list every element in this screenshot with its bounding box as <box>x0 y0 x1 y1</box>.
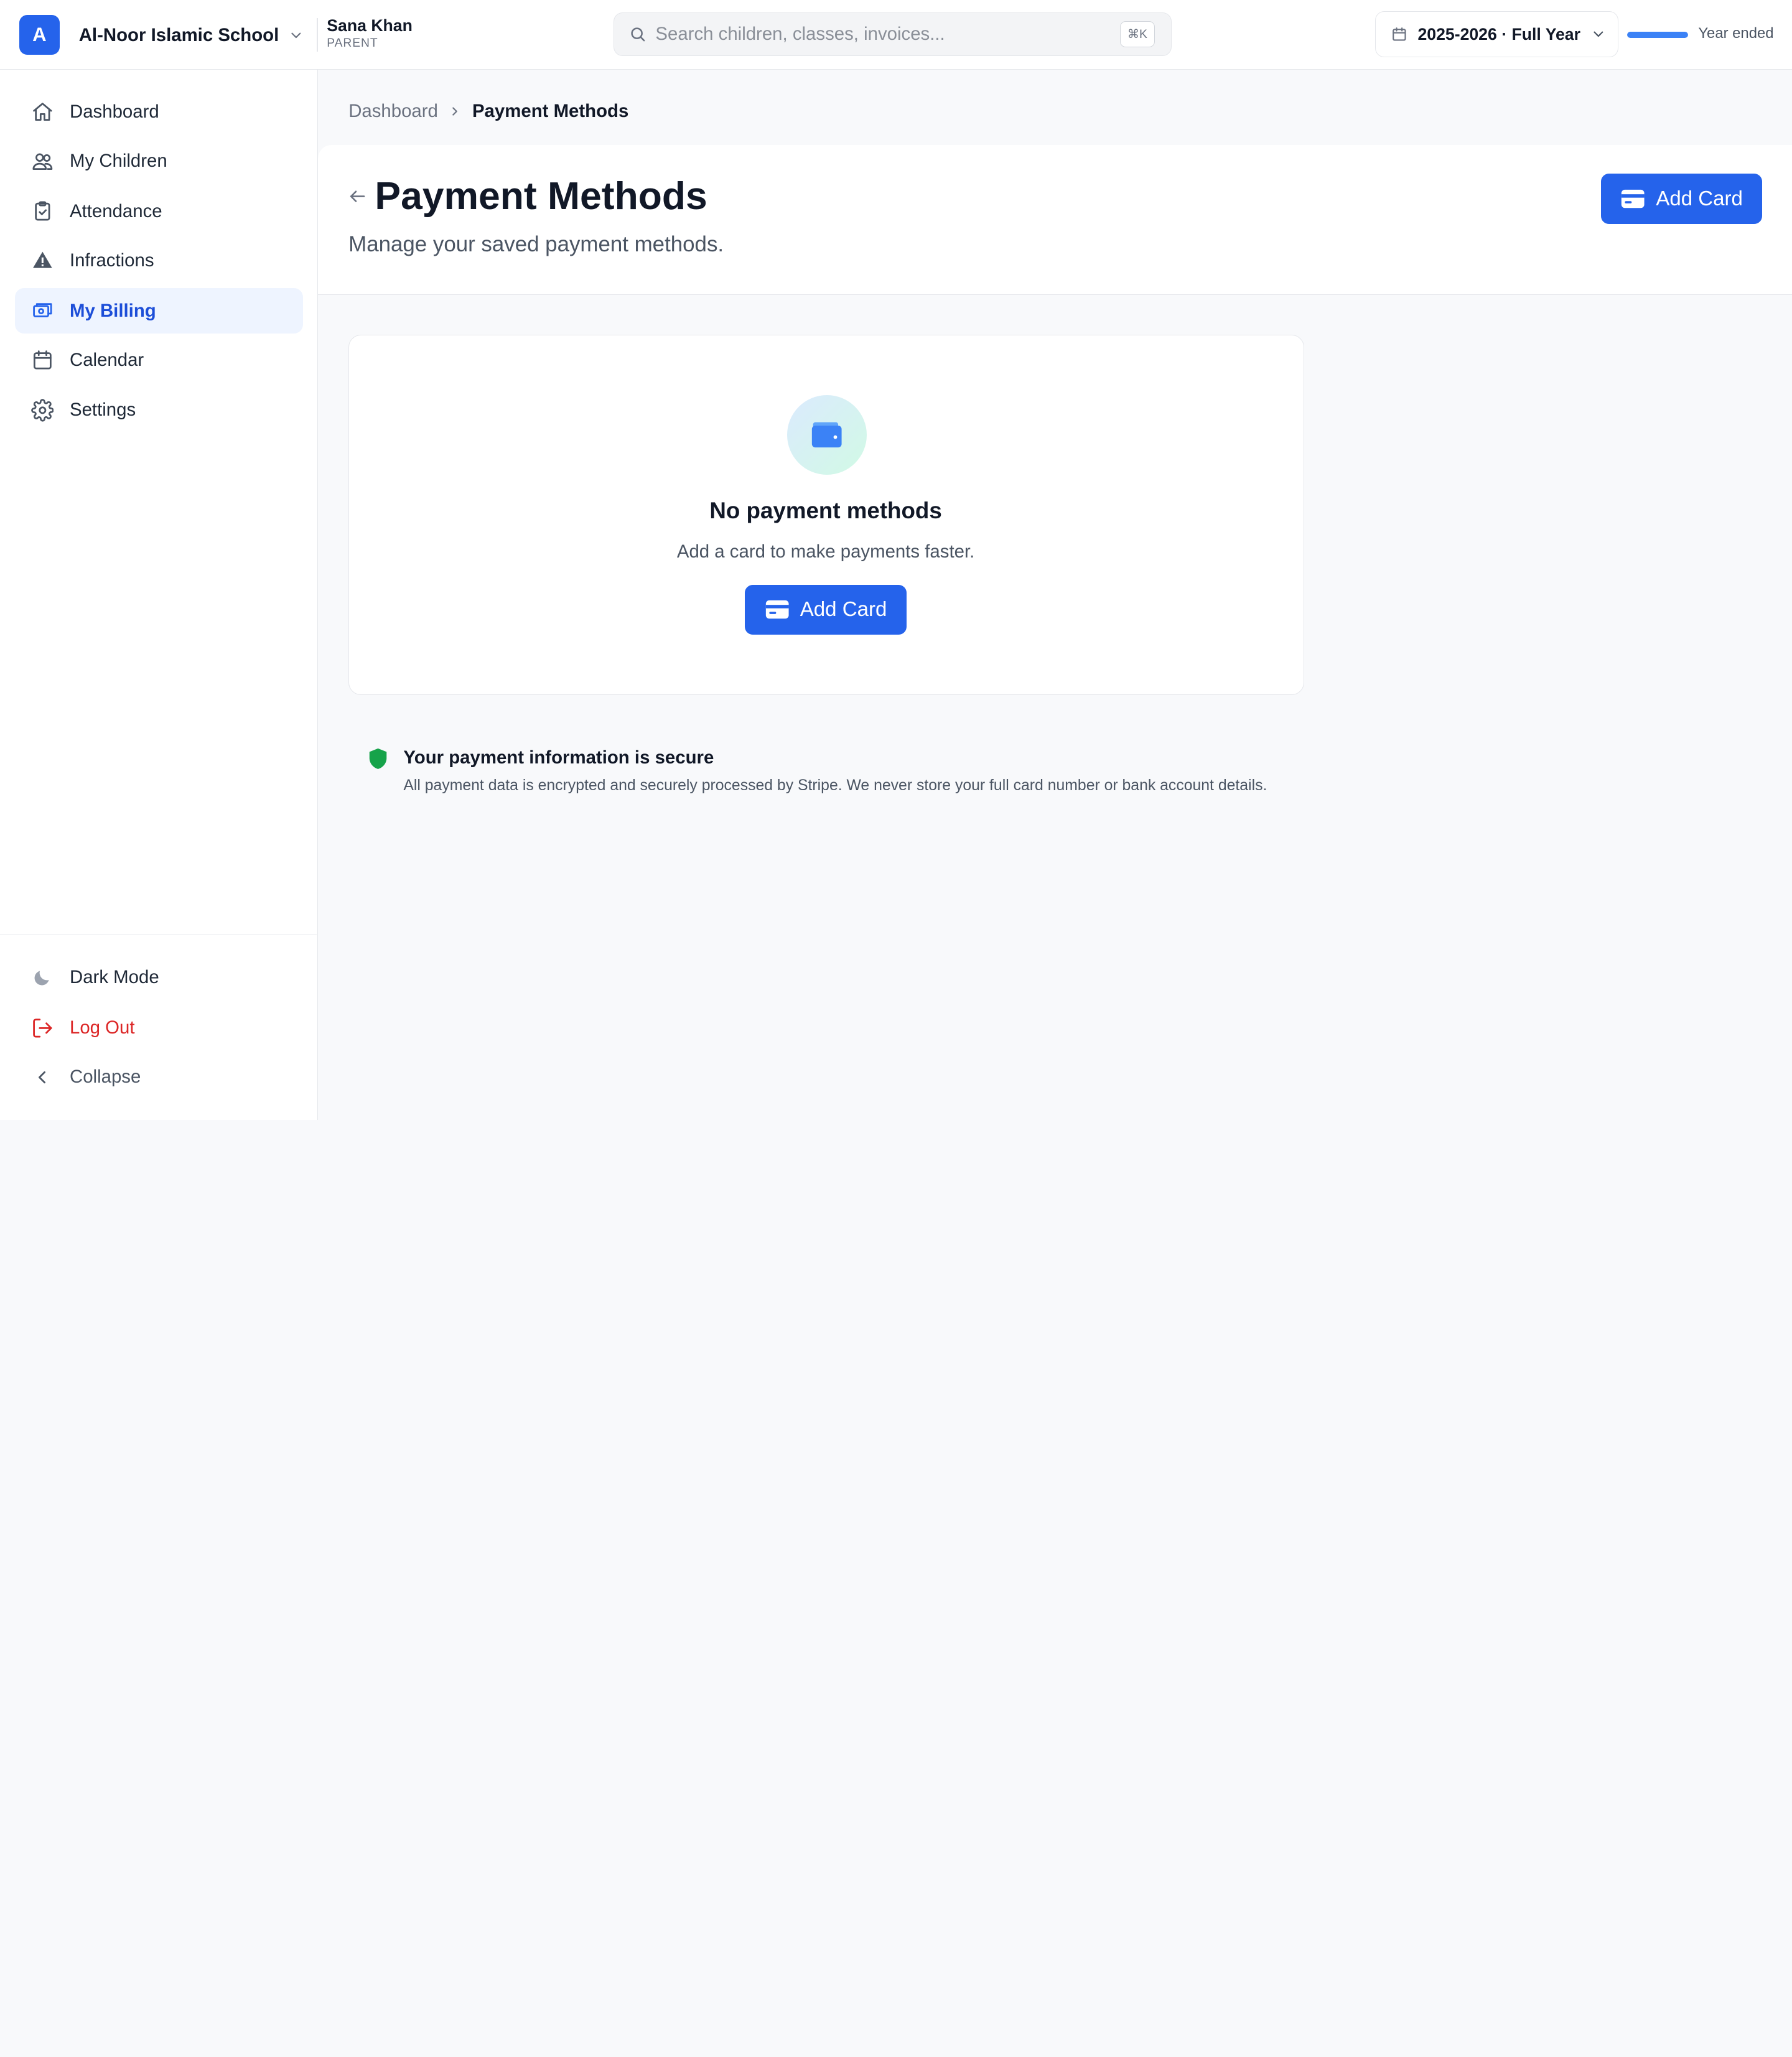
school-avatar[interactable]: A <box>19 14 60 55</box>
gear-icon <box>30 399 54 422</box>
school-year-label: 2025-2026 · Full Year <box>1417 24 1580 44</box>
sidebar-item-label: Dashboard <box>70 101 159 122</box>
collapse-sidebar-button[interactable]: Collapse <box>15 1054 303 1099</box>
empty-state-title: No payment methods <box>709 497 942 523</box>
sidebar-item-label: Calendar <box>70 349 144 370</box>
divider <box>316 18 318 52</box>
search-bar[interactable]: ⌘K <box>614 12 1172 56</box>
logout-label: Log Out <box>70 1017 135 1038</box>
sidebar-item-label: Attendance <box>70 200 162 222</box>
billing-icon <box>31 299 54 322</box>
logout-button[interactable]: Log Out <box>15 1005 303 1050</box>
page-subtitle: Manage your saved payment methods. <box>348 231 724 256</box>
breadcrumb-link-dashboard[interactable]: Dashboard <box>348 101 438 122</box>
sidebar-item-label: Infractions <box>70 250 154 271</box>
chevron-left-icon <box>31 1066 54 1089</box>
chevron-down-icon <box>1590 26 1607 42</box>
school-name: Al-Noor Islamic School <box>78 24 279 45</box>
search-shortcut-badge: ⌘K <box>1119 21 1155 48</box>
sidebar-item-calendar[interactable]: Calendar <box>15 337 303 383</box>
page-header: Payment Methods Manage your saved paymen… <box>317 145 1792 295</box>
back-arrow-icon[interactable] <box>347 186 368 207</box>
dark-mode-toggle[interactable]: Dark Mode <box>15 955 303 1001</box>
sidebar-footer: Dark Mode Log Out Collapse <box>0 935 317 1120</box>
shield-icon <box>368 747 388 770</box>
sidebar-item-label: Settings <box>70 399 136 421</box>
year-status: Year ended <box>1698 25 1774 42</box>
chevron-down-icon <box>288 27 304 44</box>
sidebar-item-attendance[interactable]: Attendance <box>15 189 303 234</box>
credit-card-icon <box>1620 189 1645 209</box>
calendar-icon <box>1391 26 1407 42</box>
search-input[interactable] <box>655 24 1101 45</box>
moon-icon <box>31 966 54 989</box>
dark-mode-label: Dark Mode <box>70 967 159 988</box>
sidebar-item-my-billing[interactable]: My Billing <box>14 287 303 334</box>
add-card-button[interactable]: Add Card <box>1601 174 1763 224</box>
user-role: PARENT <box>327 36 378 50</box>
year-progress-fill <box>1627 32 1688 38</box>
security-description: All payment data is encrypted and secure… <box>403 777 1267 795</box>
sidebar-item-infractions[interactable]: Infractions <box>15 238 303 283</box>
sidebar-item-label: My Billing <box>70 300 156 321</box>
users-icon <box>31 150 54 173</box>
home-icon <box>31 101 54 124</box>
breadcrumb-current: Payment Methods <box>472 100 629 121</box>
school-switcher[interactable]: Al-Noor Islamic School <box>79 21 304 50</box>
user-name: Sana Khan <box>327 16 413 35</box>
warning-icon <box>31 249 54 272</box>
security-title: Your payment information is secure <box>403 747 714 768</box>
year-progress-bar <box>1627 32 1688 38</box>
sidebar-item-label: My Children <box>70 150 167 171</box>
sidebar: Dashboard My Children Attendance Infract… <box>0 70 318 1120</box>
page-title: Payment Methods <box>375 174 707 218</box>
search-icon <box>629 26 646 43</box>
collapse-label: Collapse <box>70 1066 141 1088</box>
empty-state-text: Add a card to make payments faster. <box>676 541 975 562</box>
breadcrumb: Dashboard Payment Methods <box>348 101 628 122</box>
sidebar-item-dashboard[interactable]: Dashboard <box>15 89 303 134</box>
logout-icon <box>31 1017 54 1040</box>
empty-state-add-card-button[interactable]: Add Card <box>744 584 907 635</box>
add-card-label: Add Card <box>1656 187 1743 210</box>
wallet-icon <box>811 420 842 450</box>
top-bar: A Al-Noor Islamic School Sana Khan PAREN… <box>0 0 1792 70</box>
chevron-right-icon <box>448 105 462 118</box>
clipboard-check-icon <box>31 200 54 223</box>
add-card-label: Add Card <box>800 597 887 621</box>
sidebar-item-settings[interactable]: Settings <box>15 388 303 433</box>
app: A Al-Noor Islamic School Sana Khan PAREN… <box>0 0 1792 1120</box>
school-year-select[interactable]: 2025-2026 · Full Year <box>1374 11 1618 57</box>
payment-methods-empty-state: No payment methods Add a card to make pa… <box>348 335 1304 695</box>
sidebar-item-my-children[interactable]: My Children <box>15 138 303 184</box>
credit-card-icon <box>765 599 790 620</box>
empty-state-icon-circle <box>786 394 867 475</box>
calendar-icon <box>31 348 54 371</box>
